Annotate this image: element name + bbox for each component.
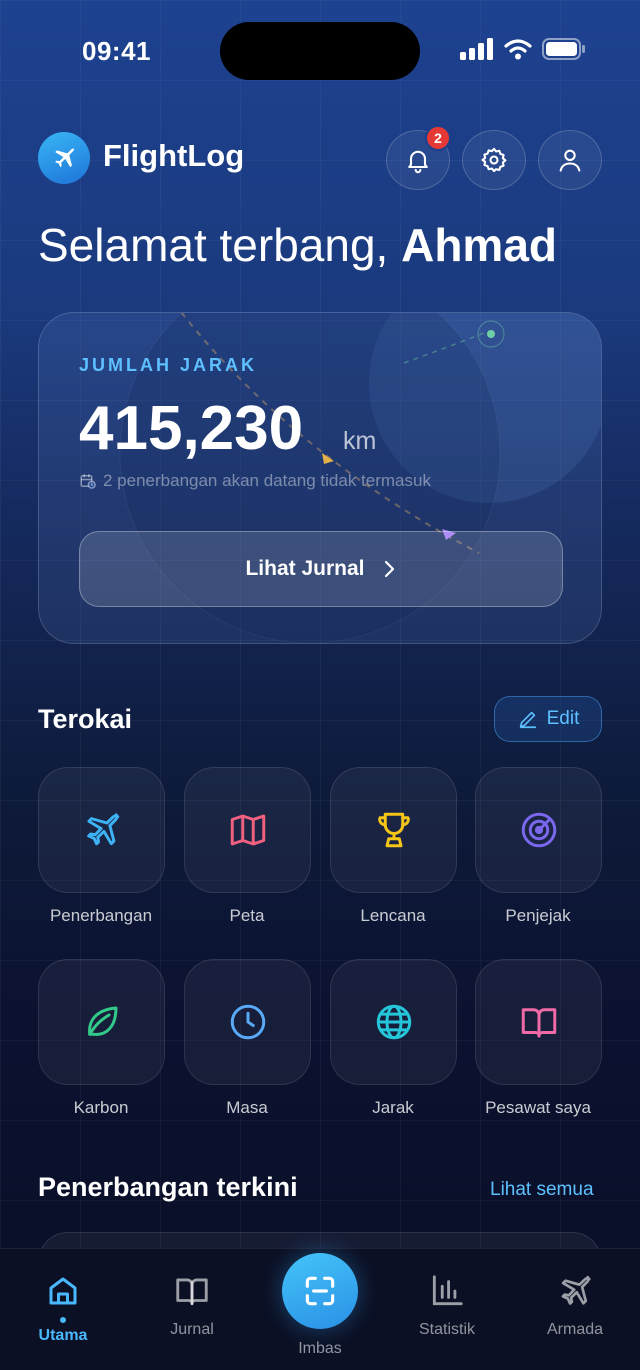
active-tab-dot	[60, 1317, 66, 1323]
leaf-icon	[87, 1006, 117, 1036]
total-distance-unit: km	[343, 427, 377, 455]
user-icon	[559, 149, 581, 172]
pencil-icon	[519, 711, 536, 729]
settings-button[interactable]	[462, 130, 526, 190]
status-time: 09:41	[82, 36, 151, 66]
app-logo	[38, 132, 90, 184]
tile-my-aircraft[interactable]	[475, 959, 602, 1085]
tab-statistics[interactable]: Statistik	[392, 1271, 502, 1339]
tab-scan-label: Imbas	[298, 1340, 342, 1357]
battery-icon	[542, 38, 585, 60]
scan-icon	[305, 1276, 335, 1306]
signal-icon	[460, 38, 493, 60]
tab-fleet-label: Armada	[546, 1321, 604, 1338]
calendar-clock-icon	[80, 474, 96, 489]
tab-home-label: Utama	[38, 1327, 88, 1344]
tile-badges[interactable]	[330, 767, 457, 893]
tile-time-label: Masa	[226, 1098, 268, 1117]
wifi-icon	[504, 39, 532, 60]
tile-tracker-label: Penjejak	[505, 906, 571, 925]
total-distance-value: 415,230	[79, 394, 304, 463]
chevron-right-icon	[384, 560, 394, 578]
notifications-button[interactable]: 2	[386, 125, 451, 190]
tile-tracker[interactable]	[475, 767, 602, 893]
upcoming-note-text: 2 penerbangan akan datang tidak termasuk	[103, 471, 431, 490]
greeting-name: Ahmad	[401, 219, 558, 271]
total-distance-label: JUMLAH JARAK	[79, 355, 258, 375]
tab-statistics-label: Statistik	[418, 1321, 475, 1338]
dynamic-island	[220, 22, 420, 80]
see-all-link[interactable]: Lihat semua	[490, 1179, 594, 1201]
tile-flights[interactable]	[38, 767, 165, 893]
plane-icon	[86, 813, 119, 846]
tile-distance-label: Jarak	[372, 1098, 414, 1117]
tab-journal[interactable]: Jurnal	[137, 1271, 247, 1339]
recent-flights-title: Penerbangan terkini	[38, 1172, 298, 1202]
tile-distance[interactable]	[330, 959, 457, 1085]
tile-time[interactable]	[184, 959, 311, 1085]
view-journal-button[interactable]: Lihat Jurnal	[79, 531, 563, 607]
total-distance-card: JUMLAH JARAK 415,230 km 2 penerbangan ak…	[38, 312, 602, 644]
greeting: Selamat terbang, Ahmad	[38, 218, 557, 272]
home-icon	[49, 1277, 77, 1305]
plane-icon	[561, 1275, 591, 1305]
bell-icon	[408, 150, 428, 174]
book-icon	[176, 1278, 208, 1306]
tile-map[interactable]	[184, 767, 311, 893]
profile-button[interactable]	[538, 130, 602, 190]
explore-title: Terokai	[38, 704, 133, 734]
book-icon	[521, 1008, 556, 1038]
tab-journal-label: Jurnal	[170, 1321, 214, 1338]
globe-icon	[376, 1004, 411, 1040]
tile-flights-label: Penerbangan	[49, 906, 153, 925]
app-name: FlightLog	[103, 138, 245, 173]
tab-fleet[interactable]: Armada	[520, 1271, 630, 1339]
radar-icon	[521, 812, 556, 848]
map-icon	[230, 814, 265, 846]
tile-carbon[interactable]	[38, 959, 165, 1085]
plane-icon	[55, 147, 75, 168]
upcoming-note: 2 penerbangan akan datang tidak termasuk	[79, 471, 431, 491]
tile-badges-label: Lencana	[360, 906, 426, 925]
chart-icon	[432, 1275, 463, 1306]
tab-home[interactable]: Utama	[8, 1271, 118, 1345]
notification-badge: 2	[425, 125, 451, 151]
edit-label: Edit	[546, 708, 580, 729]
trophy-icon	[377, 812, 410, 848]
scan-button[interactable]	[282, 1253, 358, 1329]
greeting-prefix: Selamat terbang,	[38, 219, 402, 271]
view-journal-label: Lihat Jurnal	[245, 557, 365, 580]
tile-map-label: Peta	[229, 906, 265, 925]
clock-icon	[230, 1004, 265, 1040]
tile-carbon-label: Karbon	[73, 1098, 129, 1117]
status-icons	[460, 38, 586, 60]
edit-button[interactable]: Edit	[494, 696, 602, 742]
gear-icon	[481, 147, 507, 173]
status-bar: 09:41	[0, 0, 640, 100]
tile-my-aircraft-label: Pesawat saya	[485, 1098, 591, 1117]
app-header: FlightLog 2	[38, 125, 602, 190]
grid-background	[0, 0, 640, 1370]
